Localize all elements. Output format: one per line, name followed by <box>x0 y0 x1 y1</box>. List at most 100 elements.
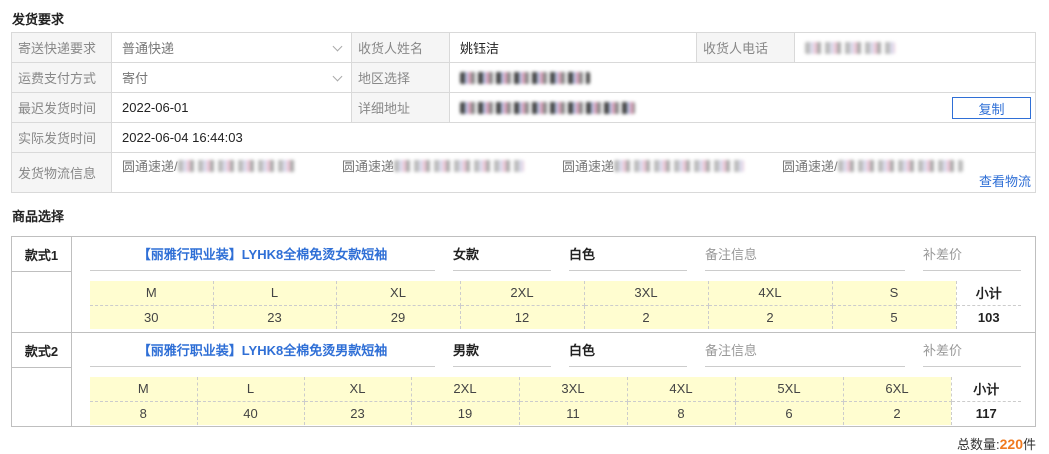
address-label: 详细地址 <box>352 93 450 122</box>
logistics-item: 圆通速递/ <box>122 156 298 175</box>
total-value: 220 <box>999 436 1023 452</box>
redacted-tracking <box>837 159 963 172</box>
style-block: 款式2 【丽雅行职业装】LYHK8全棉免烫男款短袖 男款 白色 备注信息 补差价… <box>12 333 1035 426</box>
quantity-cell[interactable]: 8 <box>627 401 736 425</box>
size-cell: 6XL <box>843 377 952 402</box>
size-cell: L <box>213 281 337 306</box>
gender-field: 女款 <box>453 237 551 271</box>
chevron-down-icon <box>332 41 343 52</box>
receiver-name-label: 收货人姓名 <box>352 33 450 62</box>
size-cell: 5XL <box>735 377 844 402</box>
style-label: 款式2 <box>12 333 72 367</box>
quantity-cell[interactable]: 5 <box>832 305 957 329</box>
redacted-tracking <box>614 159 745 172</box>
quantity-cell[interactable]: 2 <box>843 401 952 425</box>
redacted-region <box>460 71 590 84</box>
receiver-name-field[interactable]: 姚钰洁 <box>450 33 697 62</box>
region-select[interactable] <box>450 63 1035 92</box>
latest-ship-field[interactable]: 2022-06-01 <box>112 93 352 122</box>
quantity-row: 8 40 23 19 11 8 6 2 117 <box>90 401 1021 425</box>
redacted-address <box>460 101 635 114</box>
redacted-tracking <box>177 159 298 172</box>
size-cell: XL <box>336 281 461 306</box>
quantity-cell[interactable]: 30 <box>90 305 214 329</box>
latest-ship-value: 2022-06-01 <box>122 100 189 115</box>
size-cell: XL <box>304 377 412 402</box>
actual-ship-value: 2022-06-04 16:44:03 <box>122 130 243 145</box>
total-prefix: 总数量: <box>957 437 1000 452</box>
style-block: 款式1 【丽雅行职业装】LYHK8全棉免烫女款短袖 女款 白色 备注信息 补差价… <box>12 237 1035 332</box>
size-cell: M <box>90 377 198 402</box>
size-cell: 3XL <box>519 377 628 402</box>
size-cell: 4XL <box>627 377 736 402</box>
product-selection-table: 款式1 【丽雅行职业装】LYHK8全棉免烫女款短袖 女款 白色 备注信息 补差价… <box>11 236 1036 427</box>
express-select[interactable]: 普通快递 <box>112 33 352 62</box>
quantity-cell[interactable]: 8 <box>90 401 198 425</box>
logistics-label: 发货物流信息 <box>12 153 112 192</box>
total-unit: 件 <box>1022 437 1036 452</box>
logistics-row: 发货物流信息 圆通速递/ 圆通速递 圆通速递 圆通速递/ 查看物流 <box>12 153 1035 192</box>
freight-row: 运费支付方式 寄付 地区选择 <box>12 63 1035 93</box>
size-row: M L XL 2XL 3XL 4XL 5XL 6XL 小计 <box>90 377 1021 402</box>
quantity-cell[interactable]: 6 <box>735 401 844 425</box>
redacted-tracking <box>394 159 525 172</box>
quantity-cell[interactable]: 2 <box>584 305 709 329</box>
style-label: 款式1 <box>12 237 72 271</box>
subtotal-label: 小计 <box>956 281 1021 306</box>
quantity-cell[interactable]: 12 <box>460 305 585 329</box>
size-cell: S <box>832 281 957 306</box>
actual-ship-label: 实际发货时间 <box>12 123 112 152</box>
note-input[interactable]: 备注信息 <box>705 237 905 271</box>
express-row: 寄送快递要求 普通快递 收货人姓名 姚钰洁 收货人电话 <box>12 33 1035 63</box>
copy-button[interactable]: 复制 <box>952 97 1031 119</box>
quantity-cell[interactable]: 19 <box>411 401 520 425</box>
view-logistics-link[interactable]: 查看物流 <box>979 171 1031 190</box>
region-label: 地区选择 <box>352 63 450 92</box>
quantity-cell[interactable]: 23 <box>304 401 412 425</box>
express-select-value: 普通快递 <box>122 41 175 56</box>
quantity-cell[interactable]: 11 <box>519 401 628 425</box>
express-label: 寄送快递要求 <box>12 33 112 62</box>
latest-ship-row: 最迟发货时间 2022-06-01 详细地址 复制 <box>12 93 1035 123</box>
product-name-link[interactable]: 【丽雅行职业装】LYHK8全棉免烫女款短袖 <box>90 237 435 271</box>
product-name-link[interactable]: 【丽雅行职业装】LYHK8全棉免烫男款短袖 <box>90 333 435 367</box>
shipping-section-title: 发货要求 <box>12 12 65 27</box>
subtotal-label: 小计 <box>951 377 1021 402</box>
size-cell: L <box>197 377 305 402</box>
address-field[interactable]: 复制 <box>450 93 1035 122</box>
logistics-item: 圆通速递/ <box>782 156 963 175</box>
gender-field: 男款 <box>453 333 551 367</box>
subtotal-value: 117 <box>951 401 1021 425</box>
freight-label: 运费支付方式 <box>12 63 112 92</box>
receiver-name-value: 姚钰洁 <box>460 41 500 56</box>
size-cell: 2XL <box>411 377 520 402</box>
quantity-cell[interactable]: 2 <box>708 305 833 329</box>
product-section-title: 商品选择 <box>12 209 65 224</box>
size-cell: 3XL <box>584 281 709 306</box>
receiver-phone-label: 收货人电话 <box>697 33 795 62</box>
quantity-cell[interactable]: 40 <box>197 401 305 425</box>
freight-select[interactable]: 寄付 <box>112 63 352 92</box>
quantity-cell[interactable]: 23 <box>213 305 337 329</box>
size-cell: 4XL <box>708 281 833 306</box>
size-row: M L XL 2XL 3XL 4XL S 小计 <box>90 281 1021 306</box>
size-quantity-grid: M L XL 2XL 3XL 4XL S 小计 30 23 29 12 2 2 … <box>90 281 1021 329</box>
logistics-info: 圆通速递/ 圆通速递 圆通速递 圆通速递/ 查看物流 <box>112 153 1035 192</box>
price-adjust-input[interactable]: 补差价 <box>923 237 1021 271</box>
quantity-row: 30 23 29 12 2 2 5 103 <box>90 305 1021 329</box>
logistics-item: 圆通速递 <box>342 156 525 175</box>
redacted-phone <box>805 41 895 54</box>
subtotal-value: 103 <box>956 305 1021 329</box>
color-field: 白色 <box>569 237 687 271</box>
size-cell: M <box>90 281 214 306</box>
price-adjust-input[interactable]: 补差价 <box>923 333 1021 367</box>
size-quantity-grid: M L XL 2XL 3XL 4XL 5XL 6XL 小计 8 40 23 19… <box>90 377 1021 425</box>
freight-select-value: 寄付 <box>122 71 149 86</box>
shipping-requirements-table: 寄送快递要求 普通快递 收货人姓名 姚钰洁 收货人电话 运费支付方式 寄付 地区… <box>11 32 1036 193</box>
logistics-item: 圆通速递 <box>562 156 745 175</box>
color-field: 白色 <box>569 333 687 367</box>
chevron-down-icon <box>332 71 343 82</box>
receiver-phone-field[interactable] <box>795 33 1035 62</box>
quantity-cell[interactable]: 29 <box>336 305 461 329</box>
note-input[interactable]: 备注信息 <box>705 333 905 367</box>
